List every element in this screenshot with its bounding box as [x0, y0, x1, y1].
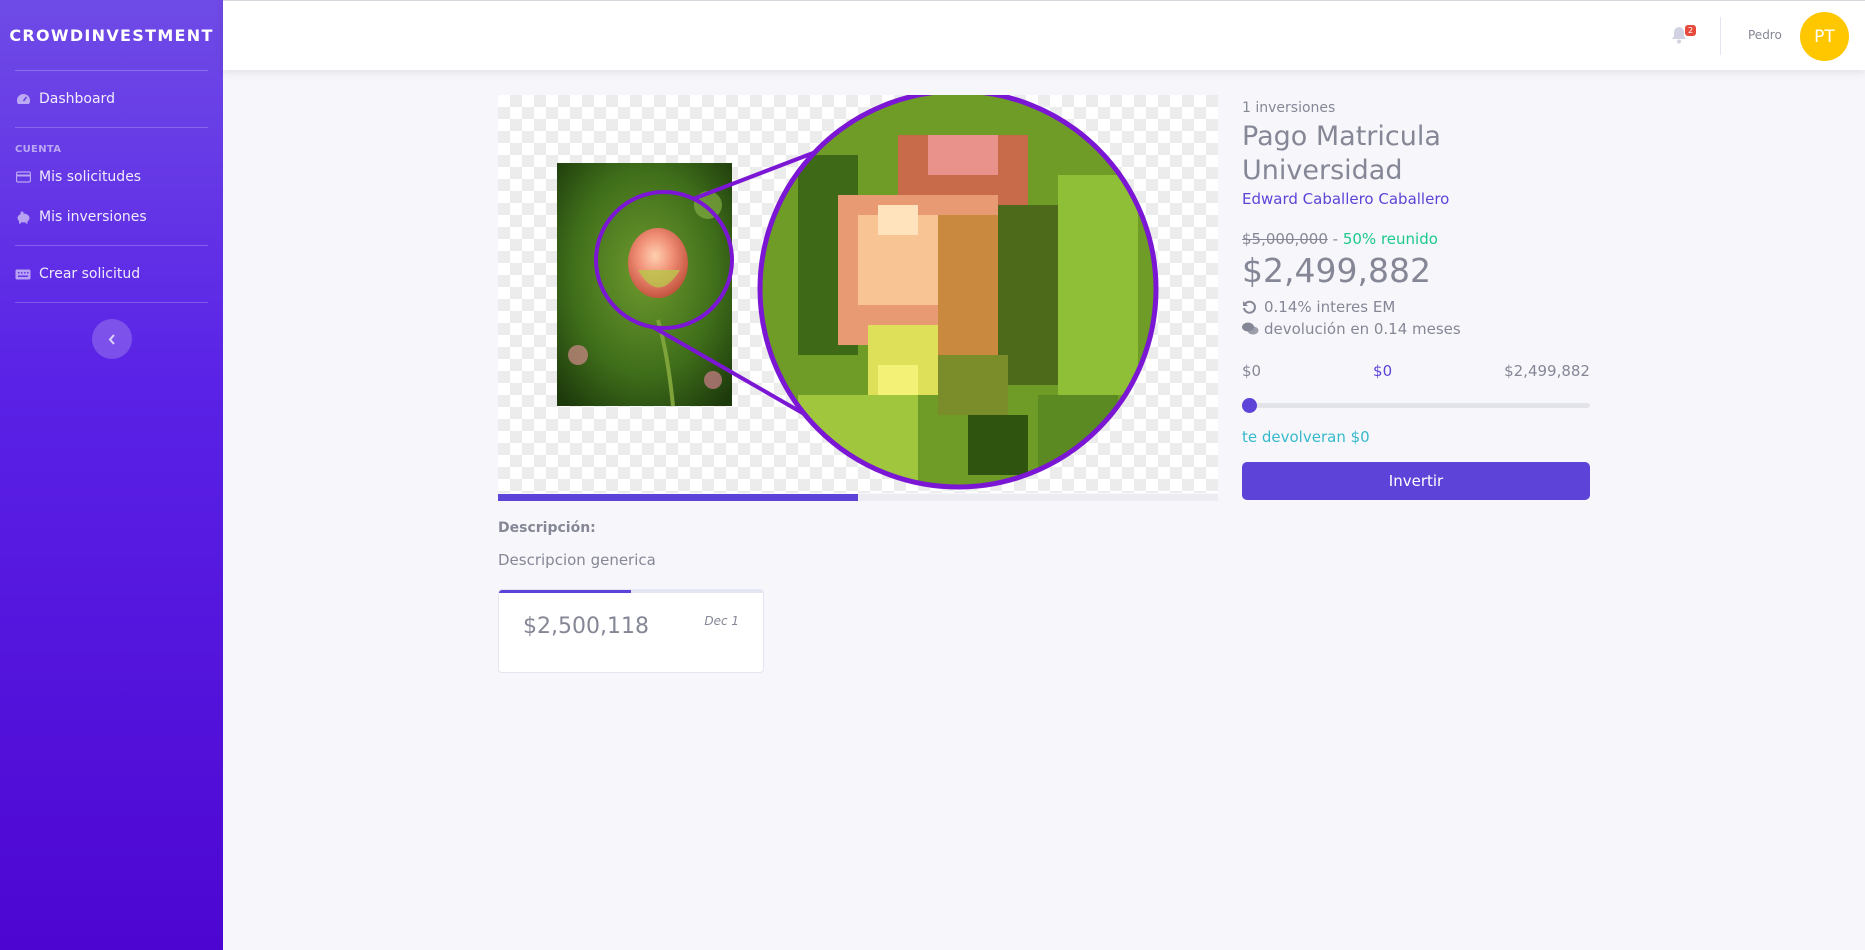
image-carousel-progress [498, 494, 1218, 501]
remaining-amount: $2,499,882 [1242, 251, 1431, 290]
interest-text: 0.14% interes EM [1264, 298, 1396, 316]
avatar[interactable]: PT [1800, 12, 1849, 61]
topbar-divider [1720, 17, 1721, 55]
tachometer-icon [15, 92, 31, 106]
sidebar-item-label: Crear solicitud [39, 266, 141, 282]
project-title: Pago Matricula Universidad [1242, 121, 1441, 186]
sidebar-item-mis-solicitudes[interactable]: Mis solicitudes [0, 157, 223, 197]
investment-card-progress [499, 590, 763, 593]
reached-percent: 50% reunido [1342, 230, 1438, 248]
undo-icon [1242, 300, 1260, 315]
project-info-panel: 1 inversiones Pago Matricula Universidad… [1242, 100, 1590, 500]
keyboard-icon [15, 267, 31, 281]
comments-icon [1242, 322, 1260, 336]
range-labels: $0 $0 $2,499,882 [1242, 362, 1590, 380]
return-period-text: devolución en 0.14 meses [1264, 320, 1461, 338]
goal-amount: $5,000,000 [1242, 230, 1328, 248]
sidebar: CROWDINVESTMENT Dashboard CUENTA Mis sol… [0, 0, 223, 950]
interest-row: 0.14% interes EM [1242, 298, 1590, 316]
investment-amount-slider[interactable] [1242, 398, 1590, 413]
project-image-graphic [557, 95, 1159, 490]
investment-date: Dec 1 [704, 614, 739, 628]
project-author-link[interactable]: Edward Caballero Caballero [1242, 190, 1590, 208]
user-name[interactable]: Pedro [1748, 28, 1782, 42]
slider-track[interactable] [1242, 403, 1590, 408]
topbar: 2 Pedro PT [223, 0, 1865, 70]
notification-badge: 2 [1685, 25, 1697, 36]
range-min: $0 [1242, 362, 1262, 380]
image-carousel-progress-fill [498, 494, 858, 501]
sidebar-heading: CUENTA [15, 144, 62, 155]
description-text: Descripcion generica [498, 551, 656, 569]
return-text: te devolveran $0 [1242, 428, 1370, 446]
return-period-row: devolución en 0.14 meses [1242, 320, 1590, 338]
investments-count: 1 inversiones [1242, 100, 1336, 116]
goal-separator: - [1327, 230, 1343, 248]
credit-card-icon [15, 170, 31, 184]
description-label: Descripción: [498, 520, 596, 536]
investment-card-progress-fill [499, 590, 631, 593]
sidebar-item-label: Mis inversiones [39, 209, 147, 225]
sidebar-item-dashboard[interactable]: Dashboard [0, 71, 223, 127]
piggy-bank-icon [15, 210, 31, 224]
goal-line: $5,000,000 - 50% reunido [1242, 230, 1590, 248]
sidebar-toggle-button[interactable] [91, 319, 132, 359]
sidebar-item-crear-solicitud[interactable]: Crear solicitud [0, 246, 223, 302]
brand-logo[interactable]: CROWDINVESTMENT [0, 0, 223, 70]
invest-button[interactable]: Invertir [1242, 462, 1590, 500]
sidebar-item-mis-inversiones[interactable]: Mis inversiones [0, 197, 223, 237]
sidebar-item-label: Dashboard [39, 91, 115, 107]
chevron-left-icon [108, 330, 116, 349]
sidebar-item-label: Mis solicitudes [39, 169, 142, 185]
project-image [498, 95, 1218, 493]
investment-card: $2,500,118 Dec 1 [498, 589, 764, 673]
slider-thumb[interactable] [1242, 398, 1257, 413]
range-max: $2,499,882 [1504, 362, 1590, 380]
range-current: $0 [1373, 362, 1393, 380]
sidebar-divider [15, 302, 208, 303]
investment-amount: $2,500,118 [523, 614, 649, 639]
